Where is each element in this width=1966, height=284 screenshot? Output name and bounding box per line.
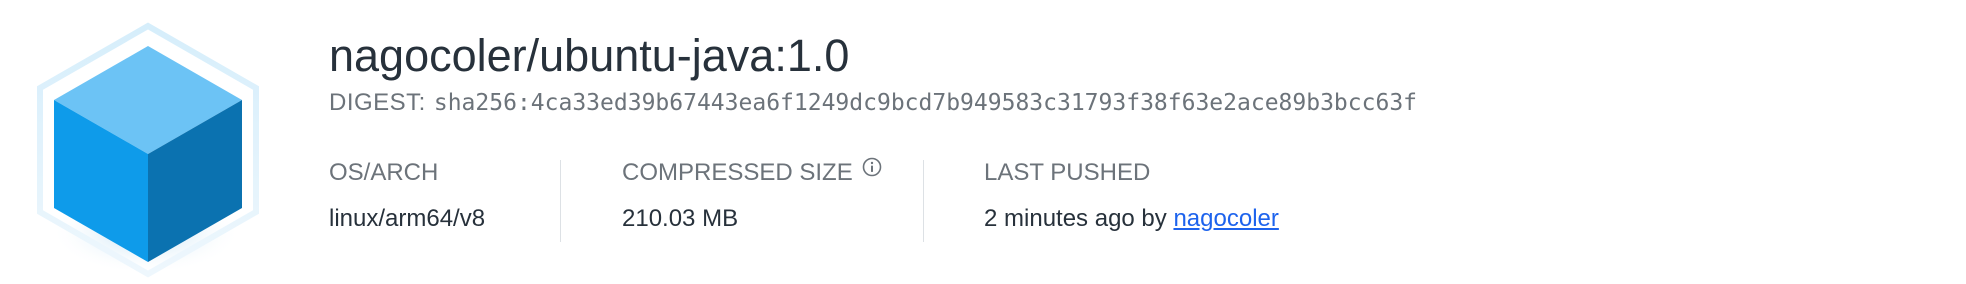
os-arch-label: OS/ARCH xyxy=(329,159,439,186)
compressed-size-value: 210.03 MB xyxy=(622,205,739,232)
column-divider xyxy=(560,160,561,242)
image-tag-header: nagocoler/ubuntu-java:1.0 DIGEST: sha256:… xyxy=(0,0,1966,284)
pushed-by-user-link[interactable]: nagocoler xyxy=(1173,205,1278,232)
digest-row: DIGEST: sha256:4ca33ed39b67443ea6f1249dc9… xyxy=(329,86,1417,120)
info-circle-icon[interactable] xyxy=(861,156,883,178)
os-arch-value: linux/arm64/v8 xyxy=(329,205,486,232)
image-title: nagocoler/ubuntu-java:1.0 xyxy=(329,30,850,81)
compressed-size-label: COMPRESSED SIZE xyxy=(622,159,853,186)
digest-value: sha256:4ca33ed39b67443ea6f1249dc9bcd7b94… xyxy=(433,90,1418,116)
compressed-size-section: COMPRESSED SIZE 210.03 MB xyxy=(622,156,883,236)
digest-label: DIGEST: xyxy=(329,89,426,116)
last-pushed-time: 2 minutes ago by xyxy=(984,205,1167,232)
column-divider xyxy=(923,160,924,242)
last-pushed-value: 2 minutes ago by nagocoler xyxy=(984,202,1279,236)
cube-icon xyxy=(37,22,259,278)
os-arch-section: OS/ARCH linux/arm64/v8 xyxy=(329,156,485,236)
last-pushed-section: LAST PUSHED 2 minutes ago by nagocoler xyxy=(984,156,1279,236)
compressed-size-label-row: COMPRESSED SIZE xyxy=(622,156,883,190)
last-pushed-label: LAST PUSHED xyxy=(984,159,1151,186)
